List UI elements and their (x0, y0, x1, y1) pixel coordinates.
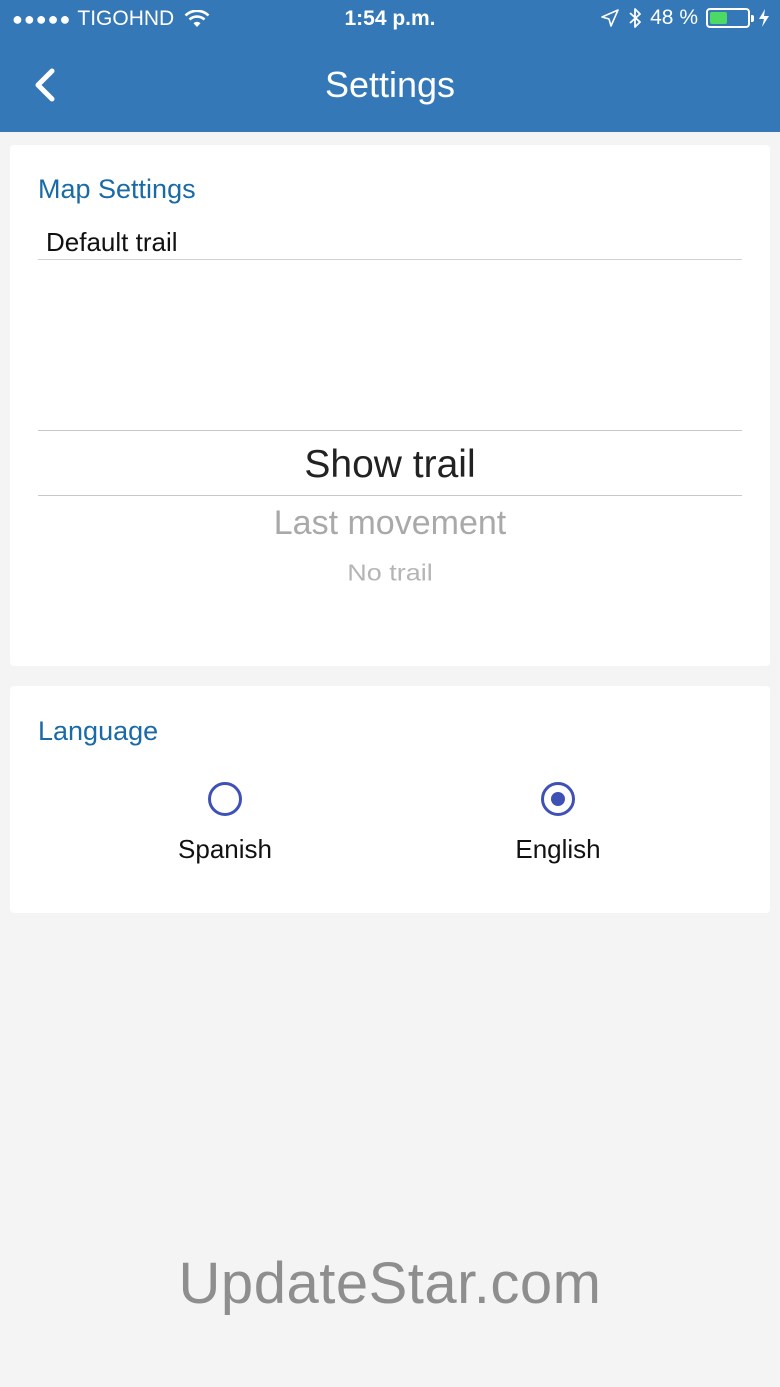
watermark: UpdateStar.com (178, 1251, 602, 1316)
radio-button-english[interactable] (541, 782, 575, 816)
map-settings-card: Map Settings Default trail Show trail La… (10, 145, 770, 666)
map-settings-title: Map Settings (38, 174, 196, 204)
radio-label-english: English (515, 834, 601, 864)
radio-button-spanish[interactable] (208, 782, 242, 816)
language-title: Language (38, 716, 159, 746)
radio-label-spanish: Spanish (178, 834, 272, 864)
app-header: ●●●●● TIGOHND 1:54 p.m. 48 % Settings (0, 0, 780, 132)
status-bar: ●●●●● TIGOHND 1:54 p.m. 48 % (0, 0, 780, 40)
bluetooth-icon (629, 8, 642, 28)
language-card: Language Spanish English (10, 686, 770, 913)
radio-english[interactable]: English (458, 782, 658, 865)
field-divider (38, 259, 742, 260)
charging-bolt-icon (759, 9, 769, 27)
picker-top-line (38, 430, 742, 431)
battery-icon (706, 8, 754, 28)
picker-bottom-line (38, 495, 742, 496)
nav-bar: Settings (0, 40, 780, 132)
location-arrow-icon (601, 9, 619, 27)
radio-spanish[interactable]: Spanish (125, 782, 325, 865)
status-right: 48 % (600, 6, 770, 30)
battery-percent: 48 % (650, 6, 698, 29)
default-trail-label: Default trail (46, 227, 178, 257)
picker-option-selected[interactable]: Show trail (10, 443, 770, 487)
picker-option[interactable]: Last movement (10, 504, 770, 543)
page-title: Settings (324, 64, 456, 105)
picker-option[interactable]: No trail (10, 560, 770, 586)
